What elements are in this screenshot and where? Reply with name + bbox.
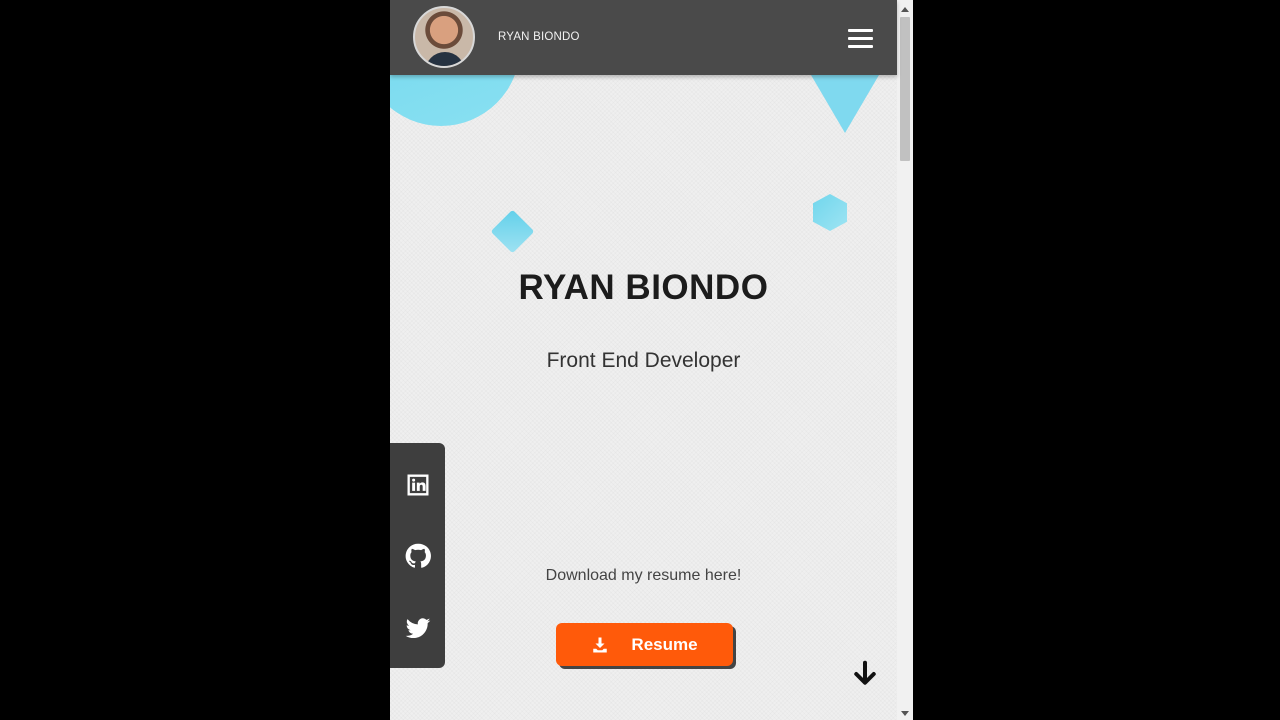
scroll-up-arrow-icon[interactable] (901, 7, 909, 12)
top-navbar: RYAN BIONDO (390, 0, 897, 75)
avatar[interactable] (413, 6, 475, 68)
decorative-triangle (811, 75, 879, 133)
decorative-hexagon (813, 194, 847, 231)
linkedin-icon[interactable] (404, 471, 432, 499)
brand-name[interactable]: RYAN BIONDO (498, 31, 580, 43)
twitter-icon[interactable] (404, 614, 432, 642)
resume-prompt: Download my resume here! (545, 567, 742, 584)
hero-name: RYAN BIONDO (518, 268, 769, 307)
hamburger-icon[interactable] (848, 29, 873, 49)
scroll-down-arrow-icon[interactable] (901, 711, 909, 716)
resume-download-button[interactable]: Resume (556, 623, 733, 666)
download-icon (593, 637, 608, 652)
resume-button-label: Resume (631, 634, 698, 654)
hero-subtitle: Front End Developer (546, 349, 741, 372)
arrow-down-icon[interactable] (850, 659, 880, 689)
page-viewport: RYAN BIONDO RYAN BIONDO Front End Develo… (390, 0, 913, 720)
decorative-diamond (490, 209, 535, 254)
scrollbar-thumb[interactable] (900, 17, 910, 161)
github-icon[interactable] (404, 542, 432, 570)
vertical-scrollbar[interactable] (897, 0, 913, 720)
social-links-bar (390, 443, 445, 668)
